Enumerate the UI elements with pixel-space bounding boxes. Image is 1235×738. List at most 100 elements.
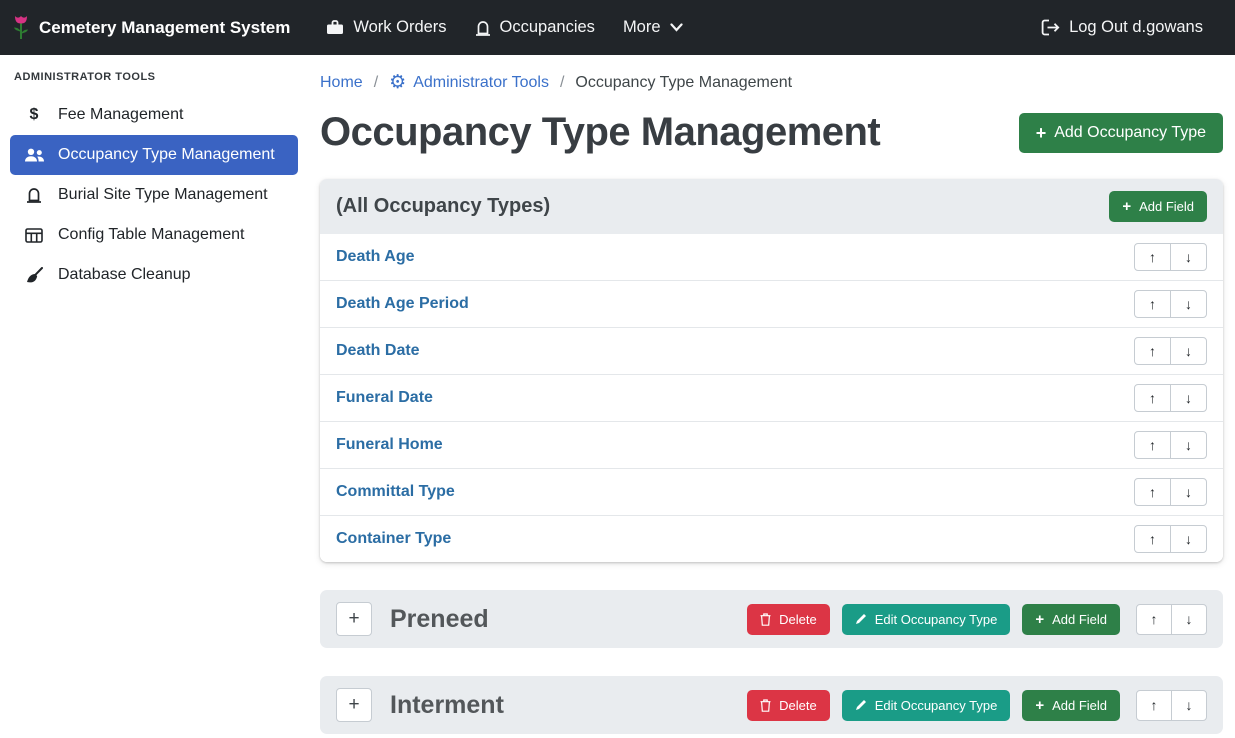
- reorder-controls: ↑ ↓: [1136, 690, 1207, 721]
- breadcrumb-administrator-tools[interactable]: ⚙ Administrator Tools: [389, 73, 549, 92]
- app-title: Cemetery Management System: [39, 18, 290, 38]
- logout-icon: [1041, 19, 1060, 36]
- add-field-button[interactable]: + Add Field: [1022, 604, 1120, 635]
- move-up-button[interactable]: ↑: [1134, 290, 1171, 318]
- nav-work-orders[interactable]: Work Orders: [312, 10, 460, 45]
- move-down-button[interactable]: ↓: [1170, 525, 1207, 553]
- all-occupancy-types-card: (All Occupancy Types) + Add Field Death …: [320, 179, 1223, 562]
- move-down-button[interactable]: ↓: [1170, 243, 1207, 271]
- field-link[interactable]: Death Age: [336, 248, 415, 266]
- pencil-icon: [855, 699, 867, 711]
- nav-more-label: More: [623, 18, 661, 37]
- logout-button[interactable]: Log Out d.gowans: [1027, 10, 1217, 45]
- chevron-down-icon: [670, 23, 683, 32]
- reorder-controls: ↑ ↓: [1134, 384, 1207, 412]
- edit-occupancy-type-label: Edit Occupancy Type: [875, 612, 998, 627]
- field-row: Container Type ↑ ↓: [320, 516, 1223, 562]
- edit-occupancy-type-button[interactable]: Edit Occupancy Type: [842, 690, 1011, 721]
- sidebar-item-label: Config Table Management: [58, 226, 245, 244]
- nav-more[interactable]: More: [609, 10, 697, 45]
- headstone-icon: [475, 20, 491, 36]
- plus-icon: +: [1122, 199, 1131, 214]
- breadcrumb-home[interactable]: Home: [320, 74, 363, 92]
- field-row: Funeral Home ↑ ↓: [320, 422, 1223, 469]
- move-down-button[interactable]: ↓: [1170, 290, 1207, 318]
- nav-work-orders-label: Work Orders: [353, 18, 446, 37]
- section-preneed: + Preneed Delete: [320, 590, 1223, 648]
- expand-button[interactable]: +: [336, 688, 372, 722]
- move-up-button[interactable]: ↑: [1134, 431, 1171, 459]
- sidebar-item-label: Database Cleanup: [58, 266, 191, 284]
- edit-occupancy-type-button[interactable]: Edit Occupancy Type: [842, 604, 1011, 635]
- field-link[interactable]: Funeral Home: [336, 436, 443, 454]
- delete-button[interactable]: Delete: [747, 690, 830, 721]
- section-actions: Delete Edit Occupancy Type + Add Field ↑: [747, 690, 1207, 721]
- move-down-button[interactable]: ↓: [1171, 604, 1207, 635]
- edit-occupancy-type-label: Edit Occupancy Type: [875, 698, 998, 713]
- plus-icon: +: [1035, 698, 1044, 713]
- sidebar-item-database-cleanup[interactable]: Database Cleanup: [10, 255, 298, 295]
- top-navbar: Cemetery Management System Work Orders O…: [0, 0, 1235, 55]
- reorder-controls: ↑ ↓: [1134, 337, 1207, 365]
- move-up-button[interactable]: ↑: [1136, 690, 1172, 721]
- delete-label: Delete: [779, 612, 817, 627]
- plus-icon: +: [1036, 124, 1047, 142]
- move-up-button[interactable]: ↑: [1134, 478, 1171, 506]
- sidebar-item-config-table-management[interactable]: Config Table Management: [10, 215, 298, 255]
- sidebar: ADMINISTRATOR TOOLS $ Fee Management Occ…: [0, 55, 308, 738]
- move-up-button[interactable]: ↑: [1134, 337, 1171, 365]
- breadcrumb-admin-label: Administrator Tools: [413, 74, 549, 92]
- add-field-button[interactable]: + Add Field: [1022, 690, 1120, 721]
- work-orders-icon: [326, 20, 344, 35]
- field-link[interactable]: Committal Type: [336, 483, 455, 501]
- reorder-controls: ↑ ↓: [1134, 290, 1207, 318]
- field-row: Funeral Date ↑ ↓: [320, 375, 1223, 422]
- nav-occupancies-label: Occupancies: [500, 18, 595, 37]
- delete-button[interactable]: Delete: [747, 604, 830, 635]
- field-row: Death Date ↑ ↓: [320, 328, 1223, 375]
- move-up-button[interactable]: ↑: [1134, 243, 1171, 271]
- reorder-controls: ↑ ↓: [1134, 431, 1207, 459]
- nav-occupancies[interactable]: Occupancies: [461, 10, 609, 45]
- sidebar-heading: ADMINISTRATOR TOOLS: [10, 71, 298, 95]
- page-header: Occupancy Type Management + Add Occupanc…: [320, 110, 1223, 155]
- sidebar-item-label: Occupancy Type Management: [58, 146, 275, 164]
- move-down-button[interactable]: ↓: [1170, 337, 1207, 365]
- sidebar-item-burial-site-type-management[interactable]: Burial Site Type Management: [10, 175, 298, 215]
- field-link[interactable]: Death Date: [336, 342, 420, 360]
- field-row: Death Age Period ↑ ↓: [320, 281, 1223, 328]
- move-down-button[interactable]: ↓: [1171, 690, 1207, 721]
- expand-button[interactable]: +: [336, 602, 372, 636]
- sidebar-item-fee-management[interactable]: $ Fee Management: [10, 95, 298, 135]
- add-field-button[interactable]: + Add Field: [1109, 191, 1207, 222]
- move-down-button[interactable]: ↓: [1170, 384, 1207, 412]
- sidebar-item-label: Burial Site Type Management: [58, 186, 268, 204]
- add-occupancy-type-button[interactable]: + Add Occupancy Type: [1019, 113, 1223, 153]
- main-nav: Work Orders Occupancies More: [312, 10, 696, 45]
- reorder-controls: ↑ ↓: [1134, 525, 1207, 553]
- field-link[interactable]: Container Type: [336, 530, 451, 548]
- reorder-controls: ↑ ↓: [1136, 604, 1207, 635]
- app-brand[interactable]: Cemetery Management System: [12, 14, 290, 41]
- delete-label: Delete: [779, 698, 817, 713]
- field-link[interactable]: Death Age Period: [336, 295, 469, 313]
- plus-icon: +: [1035, 612, 1044, 627]
- reorder-controls: ↑ ↓: [1134, 243, 1207, 271]
- pencil-icon: [855, 613, 867, 625]
- main-content: Home / ⚙ Administrator Tools / Occupancy…: [308, 55, 1235, 738]
- logout-label: Log Out d.gowans: [1069, 18, 1203, 37]
- gear-icon: ⚙: [389, 73, 406, 92]
- move-up-button[interactable]: ↑: [1134, 384, 1171, 412]
- card-header: (All Occupancy Types) + Add Field: [320, 179, 1223, 234]
- move-up-button[interactable]: ↑: [1136, 604, 1172, 635]
- trash-icon: [760, 699, 771, 712]
- broom-icon: [23, 267, 45, 284]
- sidebar-item-occupancy-type-management[interactable]: Occupancy Type Management: [10, 135, 298, 175]
- field-link[interactable]: Funeral Date: [336, 389, 433, 407]
- reorder-controls: ↑ ↓: [1134, 478, 1207, 506]
- breadcrumb: Home / ⚙ Administrator Tools / Occupancy…: [320, 67, 1223, 94]
- move-up-button[interactable]: ↑: [1134, 525, 1171, 553]
- move-down-button[interactable]: ↓: [1170, 478, 1207, 506]
- move-down-button[interactable]: ↓: [1170, 431, 1207, 459]
- users-icon: [23, 148, 45, 162]
